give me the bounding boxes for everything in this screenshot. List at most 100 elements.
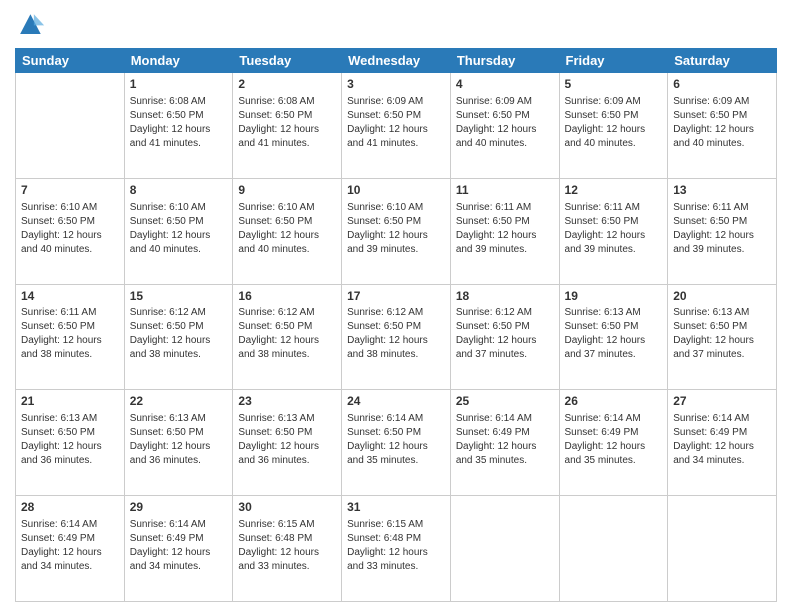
calendar-cell: 15Sunrise: 6:12 AMSunset: 6:50 PMDayligh…	[124, 284, 233, 390]
header-day-thursday: Thursday	[450, 49, 559, 73]
sunrise-text: Sunrise: 6:10 AM	[347, 201, 445, 215]
sunrise-text: Sunrise: 6:09 AM	[456, 95, 554, 109]
sunset-text: Sunset: 6:50 PM	[347, 215, 445, 229]
sunrise-text: Sunrise: 6:10 AM	[21, 201, 119, 215]
daylight-text: Daylight: 12 hours and 38 minutes.	[21, 334, 119, 362]
day-number: 23	[238, 393, 336, 410]
daylight-text: Daylight: 12 hours and 40 minutes.	[565, 123, 663, 151]
sunset-text: Sunset: 6:49 PM	[673, 426, 771, 440]
day-number: 19	[565, 288, 663, 305]
day-number: 15	[130, 288, 228, 305]
cell-content: 24Sunrise: 6:14 AMSunset: 6:50 PMDayligh…	[347, 393, 445, 468]
sunset-text: Sunset: 6:50 PM	[347, 320, 445, 334]
header-day-monday: Monday	[124, 49, 233, 73]
daylight-text: Daylight: 12 hours and 40 minutes.	[21, 229, 119, 257]
sunset-text: Sunset: 6:49 PM	[21, 532, 119, 546]
daylight-text: Daylight: 12 hours and 36 minutes.	[130, 440, 228, 468]
day-number: 2	[238, 76, 336, 93]
daylight-text: Daylight: 12 hours and 41 minutes.	[130, 123, 228, 151]
calendar-cell: 14Sunrise: 6:11 AMSunset: 6:50 PMDayligh…	[16, 284, 125, 390]
day-number: 8	[130, 182, 228, 199]
page: SundayMondayTuesdayWednesdayThursdayFrid…	[0, 0, 792, 612]
daylight-text: Daylight: 12 hours and 37 minutes.	[565, 334, 663, 362]
day-number: 16	[238, 288, 336, 305]
sunrise-text: Sunrise: 6:09 AM	[565, 95, 663, 109]
logo-icon	[15, 10, 45, 40]
day-number: 25	[456, 393, 554, 410]
sunset-text: Sunset: 6:50 PM	[21, 426, 119, 440]
calendar-cell	[668, 496, 777, 602]
daylight-text: Daylight: 12 hours and 38 minutes.	[347, 334, 445, 362]
calendar-cell: 13Sunrise: 6:11 AMSunset: 6:50 PMDayligh…	[668, 178, 777, 284]
logo	[15, 10, 49, 40]
calendar-cell: 17Sunrise: 6:12 AMSunset: 6:50 PMDayligh…	[342, 284, 451, 390]
calendar-cell: 22 Sunrise: 6:13 AMSunset: 6:50 PMDayligh…	[124, 390, 233, 496]
daylight-text: Daylight: 12 hours and 34 minutes.	[130, 546, 228, 574]
calendar-cell: 8Sunrise: 6:10 AMSunset: 6:50 PMDaylight…	[124, 178, 233, 284]
cell-content: 10Sunrise: 6:10 AMSunset: 6:50 PMDayligh…	[347, 182, 445, 257]
cell-content: 17Sunrise: 6:12 AMSunset: 6:50 PMDayligh…	[347, 288, 445, 363]
calendar-header-row: SundayMondayTuesdayWednesdayThursdayFrid…	[16, 49, 777, 73]
week-row-0: 1Sunrise: 6:08 AMSunset: 6:50 PMDaylight…	[16, 73, 777, 179]
day-number: 9	[238, 182, 336, 199]
sunset-text: Sunset: 6:48 PM	[347, 532, 445, 546]
sunrise-text: Sunrise: 6:11 AM	[456, 201, 554, 215]
sunset-text: Sunset: 6:50 PM	[130, 215, 228, 229]
week-row-1: 7Sunrise: 6:10 AMSunset: 6:50 PMDaylight…	[16, 178, 777, 284]
daylight-text: Daylight: 12 hours and 40 minutes.	[238, 229, 336, 257]
sunrise-text: Sunrise: 6:13 AM	[238, 412, 336, 426]
daylight-text: Daylight: 12 hours and 33 minutes.	[347, 546, 445, 574]
sunrise-text: Sunrise: 6:14 AM	[347, 412, 445, 426]
day-number: 30	[238, 499, 336, 516]
calendar-cell: 31Sunrise: 6:15 AMSunset: 6:48 PMDayligh…	[342, 496, 451, 602]
cell-content: 23Sunrise: 6:13 AMSunset: 6:50 PMDayligh…	[238, 393, 336, 468]
day-number: 22	[130, 393, 228, 410]
cell-content: 28Sunrise: 6:14 AMSunset: 6:49 PMDayligh…	[21, 499, 119, 574]
cell-content: 31Sunrise: 6:15 AMSunset: 6:48 PMDayligh…	[347, 499, 445, 574]
cell-content: 19Sunrise: 6:13 AMSunset: 6:50 PMDayligh…	[565, 288, 663, 363]
cell-content: 30Sunrise: 6:15 AMSunset: 6:48 PMDayligh…	[238, 499, 336, 574]
sunrise-text: Sunrise: 6:09 AM	[673, 95, 771, 109]
sunset-text: Sunset: 6:50 PM	[238, 109, 336, 123]
sunrise-text: Sunrise: 6:09 AM	[347, 95, 445, 109]
calendar-cell: 5Sunrise: 6:09 AMSunset: 6:50 PMDaylight…	[559, 73, 668, 179]
calendar-cell: 26Sunrise: 6:14 AMSunset: 6:49 PMDayligh…	[559, 390, 668, 496]
cell-content: 4Sunrise: 6:09 AMSunset: 6:50 PMDaylight…	[456, 76, 554, 151]
sunrise-text: Sunrise: 6:14 AM	[673, 412, 771, 426]
calendar-cell: 7Sunrise: 6:10 AMSunset: 6:50 PMDaylight…	[16, 178, 125, 284]
cell-content: 26Sunrise: 6:14 AMSunset: 6:49 PMDayligh…	[565, 393, 663, 468]
sunrise-text: Sunrise: 6:12 AM	[238, 306, 336, 320]
sunset-text: Sunset: 6:50 PM	[238, 426, 336, 440]
calendar-cell: 1Sunrise: 6:08 AMSunset: 6:50 PMDaylight…	[124, 73, 233, 179]
sunset-text: Sunset: 6:50 PM	[130, 320, 228, 334]
sunset-text: Sunset: 6:50 PM	[347, 109, 445, 123]
day-number: 21	[21, 393, 119, 410]
day-number: 27	[673, 393, 771, 410]
sunrise-text: Sunrise: 6:10 AM	[130, 201, 228, 215]
daylight-text: Daylight: 12 hours and 35 minutes.	[347, 440, 445, 468]
sunrise-text: Sunrise: 6:12 AM	[130, 306, 228, 320]
daylight-text: Daylight: 12 hours and 40 minutes.	[673, 123, 771, 151]
calendar-cell: 2Sunrise: 6:08 AMSunset: 6:50 PMDaylight…	[233, 73, 342, 179]
daylight-text: Daylight: 12 hours and 35 minutes.	[565, 440, 663, 468]
sunrise-text: Sunrise: 6:15 AM	[238, 518, 336, 532]
calendar-cell: 18Sunrise: 6:12 AMSunset: 6:50 PMDayligh…	[450, 284, 559, 390]
sunrise-text: Sunrise: 6:14 AM	[21, 518, 119, 532]
sunset-text: Sunset: 6:50 PM	[673, 215, 771, 229]
calendar-cell: 25Sunrise: 6:14 AMSunset: 6:49 PMDayligh…	[450, 390, 559, 496]
sunrise-text: Sunrise: 6:13 AM	[130, 412, 228, 426]
cell-content: 16Sunrise: 6:12 AMSunset: 6:50 PMDayligh…	[238, 288, 336, 363]
day-number: 31	[347, 499, 445, 516]
day-number: 14	[21, 288, 119, 305]
daylight-text: Daylight: 12 hours and 34 minutes.	[673, 440, 771, 468]
cell-content: 8Sunrise: 6:10 AMSunset: 6:50 PMDaylight…	[130, 182, 228, 257]
day-number: 5	[565, 76, 663, 93]
cell-content: 6Sunrise: 6:09 AMSunset: 6:50 PMDaylight…	[673, 76, 771, 151]
day-number: 1	[130, 76, 228, 93]
daylight-text: Daylight: 12 hours and 39 minutes.	[673, 229, 771, 257]
sunset-text: Sunset: 6:50 PM	[456, 320, 554, 334]
calendar-cell: 21Sunrise: 6:13 AMSunset: 6:50 PMDayligh…	[16, 390, 125, 496]
day-number: 6	[673, 76, 771, 93]
sunset-text: Sunset: 6:50 PM	[130, 426, 228, 440]
daylight-text: Daylight: 12 hours and 38 minutes.	[238, 334, 336, 362]
